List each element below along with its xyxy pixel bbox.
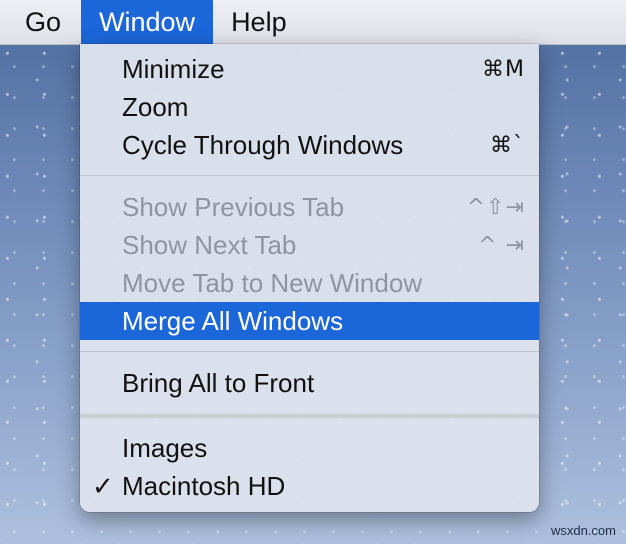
menu-separator: [80, 351, 539, 352]
menu-item-shortcut: ^⇧⇥: [466, 194, 525, 220]
menu-separator: [80, 414, 539, 418]
menu-item-label: Show Next Tab: [122, 229, 297, 260]
menu-item-images[interactable]: Images: [80, 429, 539, 467]
menu-item-macintosh-hd[interactable]: ✓ Macintosh HD: [80, 467, 539, 505]
menu-item-label: Move Tab to New Window: [122, 267, 423, 298]
menu-item-zoom[interactable]: Zoom: [80, 88, 539, 126]
menubar-item-help[interactable]: Help: [213, 0, 305, 44]
menu-item-label: Zoom: [122, 91, 189, 122]
menu-item-show-previous-tab: Show Previous Tab ^⇧⇥: [80, 188, 539, 226]
menu-item-label: Merge All Windows: [122, 305, 344, 336]
menubar-item-window[interactable]: Window: [81, 0, 214, 44]
menu-item-shortcut: ^ ⇥: [478, 232, 525, 258]
menu-item-bring-all-to-front[interactable]: Bring All to Front: [80, 364, 539, 402]
menu-bar: Go Window Help: [0, 0, 626, 45]
menu-item-label: Images: [122, 432, 208, 463]
window-menu-dropdown: Minimize ⌘M Zoom Cycle Through Windows ⌘…: [80, 44, 539, 512]
menu-item-move-tab-to-new-window: Move Tab to New Window: [80, 264, 539, 302]
menu-item-shortcut: ⌘`: [490, 132, 525, 158]
menu-separator: [80, 175, 539, 176]
menu-item-cycle-through-windows[interactable]: Cycle Through Windows ⌘`: [80, 126, 539, 164]
menu-item-label: Bring All to Front: [122, 367, 315, 398]
menu-item-label: Cycle Through Windows: [122, 129, 404, 160]
watermark: wsxdn.com: [550, 523, 616, 538]
checkmark-icon: ✓: [92, 470, 114, 501]
menu-item-label: Show Previous Tab: [122, 191, 345, 222]
menu-item-label: Macintosh HD: [122, 470, 286, 501]
menu-item-label: Minimize: [122, 53, 225, 84]
menubar-item-go[interactable]: Go: [0, 0, 81, 44]
menu-item-minimize[interactable]: Minimize ⌘M: [80, 50, 539, 88]
menu-item-show-next-tab: Show Next Tab ^ ⇥: [80, 226, 539, 264]
menu-item-merge-all-windows[interactable]: Merge All Windows: [80, 302, 539, 340]
menu-item-shortcut: ⌘M: [482, 56, 525, 82]
